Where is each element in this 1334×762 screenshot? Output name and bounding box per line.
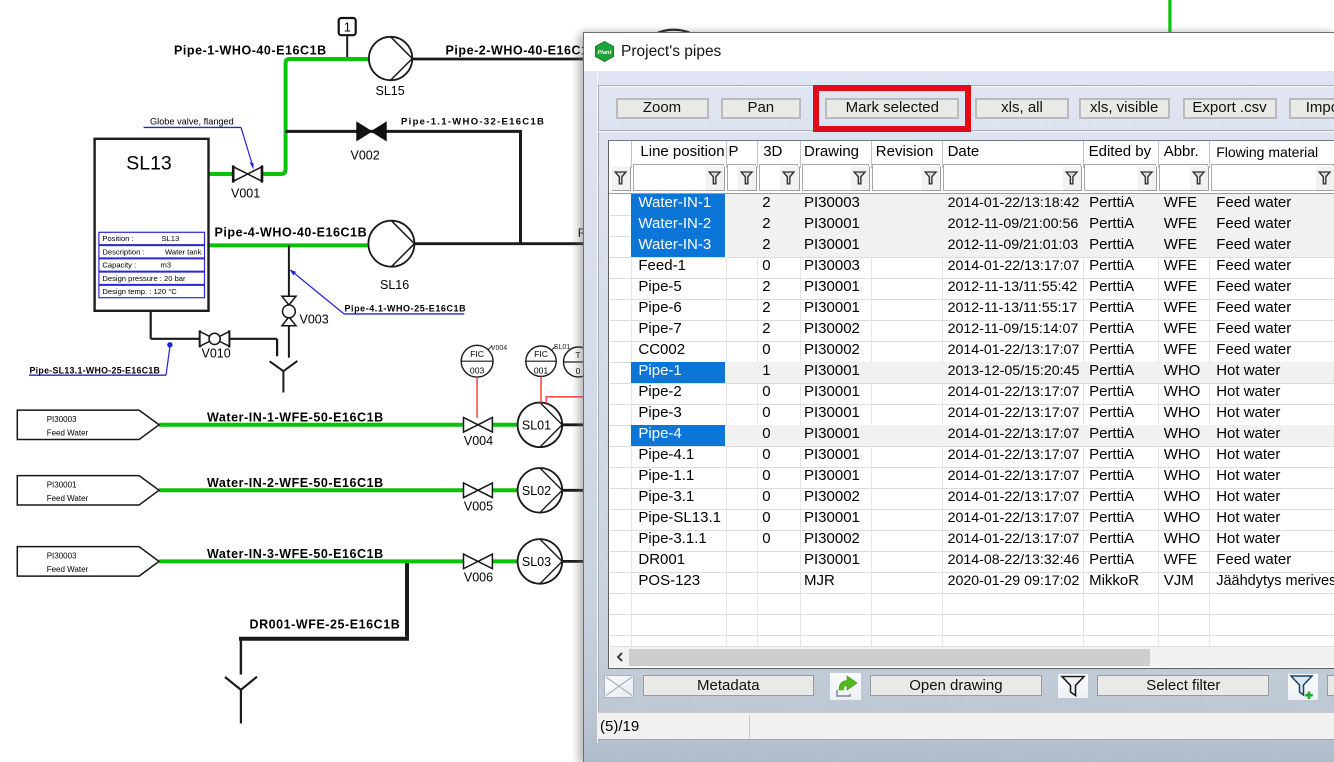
svg-text:SL13: SL13 xyxy=(126,153,172,175)
svg-text:Pipe-4-WHO-40-E16C1B: Pipe-4-WHO-40-E16C1B xyxy=(215,226,368,240)
svg-text:Globe valve, flanged: Globe valve, flanged xyxy=(150,117,234,127)
svg-text:Pipe-2-WHO-40-E16C1B: Pipe-2-WHO-40-E16C1B xyxy=(446,44,599,58)
svg-text:T: T xyxy=(575,350,581,360)
svg-text:PI30003: PI30003 xyxy=(47,551,77,560)
svg-text:Plant: Plant xyxy=(598,50,613,56)
svg-text:Pipe-1-WHO-40-E16C1B: Pipe-1-WHO-40-E16C1B xyxy=(174,44,327,58)
svg-text:V004: V004 xyxy=(464,434,493,448)
svg-text:SL13: SL13 xyxy=(162,234,180,243)
svg-text:PI30001: PI30001 xyxy=(47,480,77,489)
svg-text:Water tank: Water tank xyxy=(165,247,202,256)
svg-text:Design pressure : 20 bar: Design pressure : 20 bar xyxy=(102,274,186,283)
svg-text:SL15: SL15 xyxy=(376,84,405,98)
svg-text:SL03: SL03 xyxy=(522,555,551,569)
svg-text:Description :: Description : xyxy=(102,247,144,256)
svg-text:V003: V003 xyxy=(300,313,329,327)
svg-text:Position :: Position : xyxy=(102,234,133,243)
svg-text:SL16: SL16 xyxy=(380,278,409,292)
svg-text:Pipe-4.1-WHO-25-E16C1B: Pipe-4.1-WHO-25-E16C1B xyxy=(345,304,467,314)
svg-text:Water-IN-2-WFE-50-E16C1B: Water-IN-2-WFE-50-E16C1B xyxy=(207,476,384,490)
svg-text:FIC: FIC xyxy=(534,349,548,359)
svg-text:Pipe-SL13.1-WHO-25-E16C1B: Pipe-SL13.1-WHO-25-E16C1B xyxy=(30,366,161,376)
svg-text:001: 001 xyxy=(534,365,549,375)
svg-text:V004: V004 xyxy=(491,345,507,352)
svg-text:V001: V001 xyxy=(231,187,260,201)
svg-text:SL01: SL01 xyxy=(522,419,551,433)
svg-text:Feed Water: Feed Water xyxy=(47,565,89,574)
svg-text:FIC: FIC xyxy=(470,349,484,359)
svg-text:Pipe-1.1-WHO-32-E16C1B: Pipe-1.1-WHO-32-E16C1B xyxy=(401,117,545,128)
svg-text:003: 003 xyxy=(470,365,485,375)
svg-text:Design temp. : 120 °C: Design temp. : 120 °C xyxy=(102,287,177,296)
svg-text:Water-IN-3-WFE-50-E16C1B: Water-IN-3-WFE-50-E16C1B xyxy=(207,547,384,561)
svg-text:SL01: SL01 xyxy=(554,344,570,351)
svg-text:V006: V006 xyxy=(464,570,493,584)
svg-text:Capacity :: Capacity : xyxy=(102,261,136,270)
svg-text:1: 1 xyxy=(344,21,351,35)
svg-text:V002: V002 xyxy=(351,149,380,163)
svg-text:m3: m3 xyxy=(161,261,172,270)
svg-text:Feed Water: Feed Water xyxy=(47,429,89,438)
svg-text:V005: V005 xyxy=(464,499,493,513)
svg-text:V010: V010 xyxy=(202,347,231,361)
svg-text:Water-IN-1-WFE-50-E16C1B: Water-IN-1-WFE-50-E16C1B xyxy=(207,410,384,424)
svg-text:Feed Water: Feed Water xyxy=(47,494,89,503)
svg-text:SL02: SL02 xyxy=(522,484,551,498)
svg-text:PI30003: PI30003 xyxy=(47,415,77,424)
svg-text:DR001-WFE-25-E16C1B: DR001-WFE-25-E16C1B xyxy=(250,618,401,632)
svg-text:0: 0 xyxy=(576,366,581,376)
